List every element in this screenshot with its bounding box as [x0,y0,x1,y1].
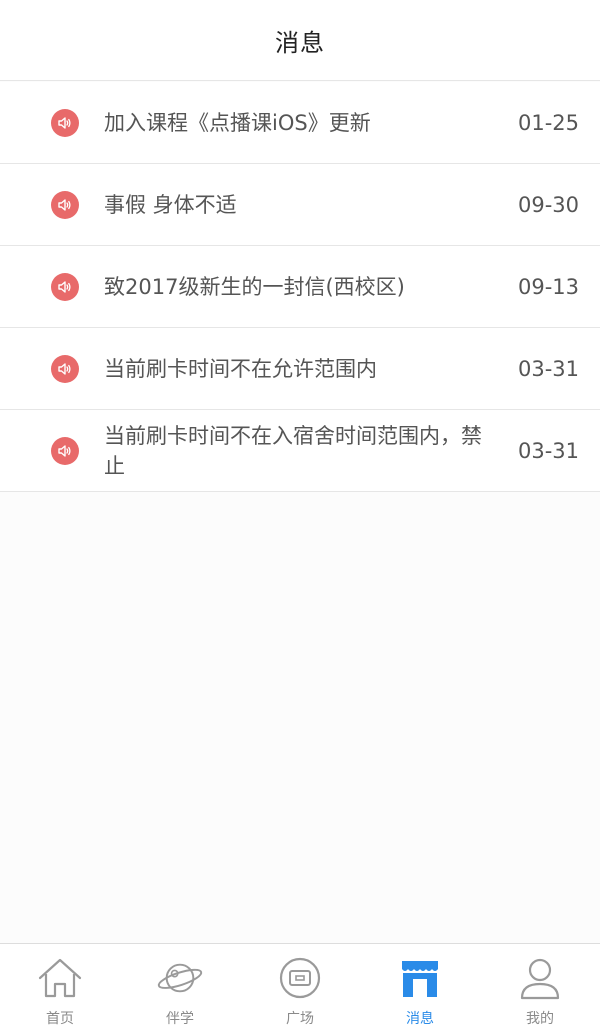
list-item[interactable]: 事假 身体不适 09-30 [0,164,600,246]
bottom-tab-bar: 首页 伴学 广场 消息 我的 [0,943,600,1031]
speaker-icon [51,436,79,465]
list-item[interactable]: 当前刷卡时间不在允许范围内 03-31 [0,328,600,410]
message-title: 致2017级新生的一封信(西校区) [104,274,405,299]
user-icon [516,954,564,1002]
message-list: 加入课程《点播课iOS》更新 01-25 事假 身体不适 09-30 致2017… [0,82,600,492]
message-title: 事假 身体不适 [104,192,237,217]
square-icon [276,954,324,1002]
message-date: 03-31 [517,438,579,463]
tab-label: 伴学 [166,1011,194,1027]
tab-profile[interactable]: 我的 [480,944,600,1031]
home-icon [36,954,84,1002]
list-item[interactable]: 当前刷卡时间不在入宿舍时间范围内，禁止 03-31 [0,410,600,492]
message-date: 09-13 [517,274,579,299]
message-title: 当前刷卡时间不在允许范围内 [104,356,377,381]
page-title: 消息 [275,28,325,57]
tab-messages[interactable]: 消息 [360,944,480,1031]
list-item[interactable]: 加入课程《点播课iOS》更新 01-25 [0,82,600,164]
message-date: 03-31 [517,356,579,381]
message-title: 当前刷卡时间不在入宿舍时间范围内，禁止 [104,423,482,478]
header-bar: 消息 [0,0,600,81]
tab-label: 消息 [406,1011,434,1027]
message-date: 09-30 [517,192,579,217]
tab-label: 首页 [46,1011,74,1027]
speaker-icon [51,354,79,383]
app-screen: 消息 加入课程《点播课iOS》更新 01-25 事假 身体不适 09-30 致2… [0,0,600,1031]
speaker-icon [51,108,79,137]
store-icon [396,954,444,1002]
speaker-icon [51,272,79,301]
tab-companion[interactable]: 伴学 [120,944,240,1031]
tab-label: 我的 [526,1011,554,1027]
message-title: 加入课程《点播课iOS》更新 [104,110,371,135]
tab-label: 广场 [286,1011,314,1027]
speaker-icon [51,190,79,219]
tab-home[interactable]: 首页 [0,944,120,1031]
tab-square[interactable]: 广场 [240,944,360,1031]
planet-icon [156,954,204,1002]
list-item[interactable]: 致2017级新生的一封信(西校区) 09-13 [0,246,600,328]
message-date: 01-25 [517,110,579,135]
